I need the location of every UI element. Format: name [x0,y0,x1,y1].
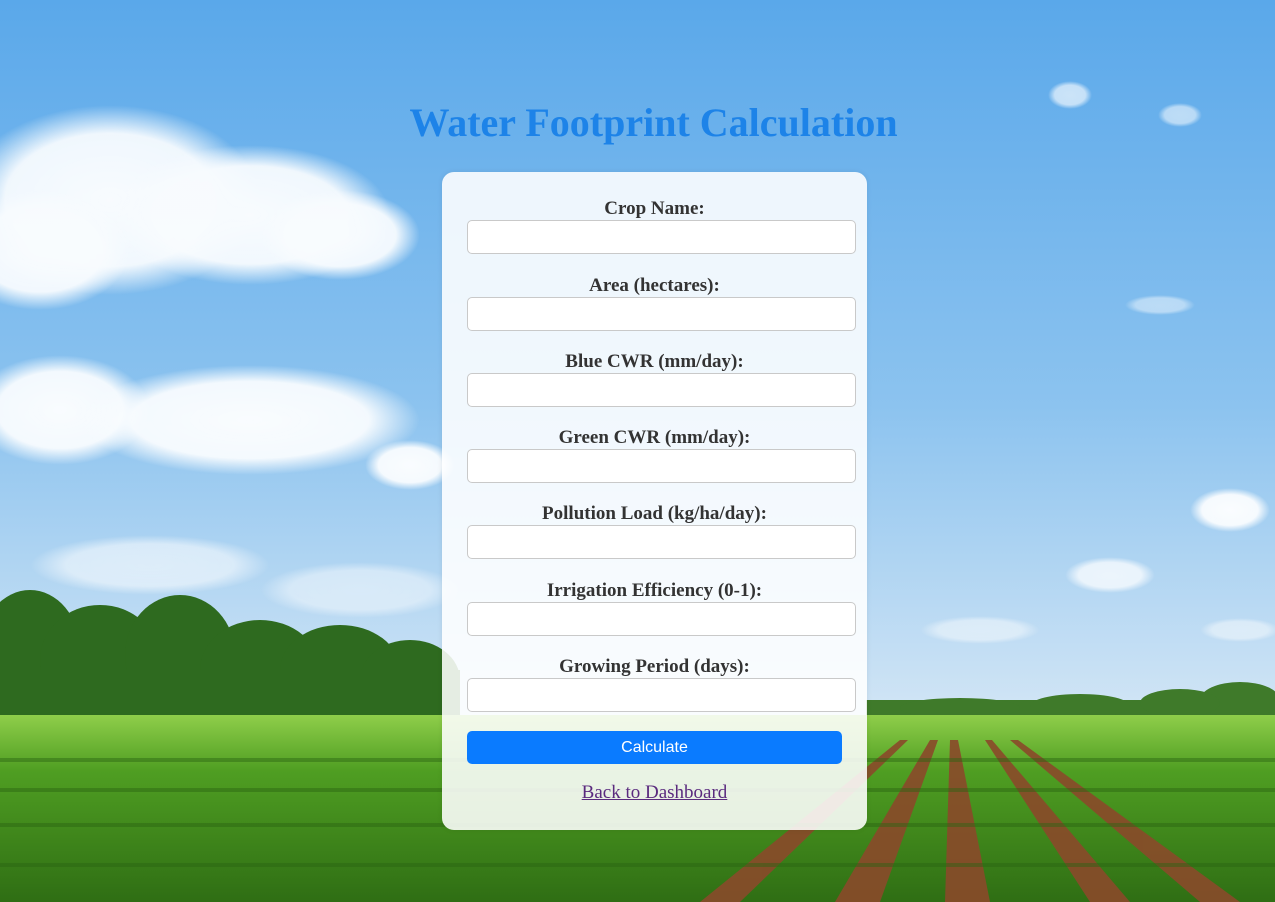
green-cwr-label: Green CWR (mm/day): [558,427,751,448]
pollution-load-input[interactable] [467,525,856,559]
pollution-load-label: Pollution Load (kg/ha/day): [542,503,767,524]
area-hectares-input[interactable] [467,297,856,331]
blue-cwr-input[interactable] [467,373,856,407]
blue-cwr-label: Blue CWR (mm/day): [565,351,744,372]
crop-name-input[interactable] [467,220,856,254]
growing-period-input[interactable] [467,678,856,712]
crop-name-label: Crop Name: [604,198,705,219]
back-to-dashboard-link[interactable]: Back to Dashboard [582,782,728,803]
area-hectares-label: Area (hectares): [589,275,720,296]
growing-period-label: Growing Period (days): [559,656,750,677]
irrigation-efficiency-input[interactable] [467,602,856,636]
irrigation-efficiency-label: Irrigation Efficiency (0-1): [546,580,763,601]
green-cwr-input[interactable] [467,449,856,483]
calculate-button[interactable]: Calculate [467,731,842,764]
water-footprint-form: Crop Name: Area (hectares): Blue CWR (mm… [442,172,867,830]
page-title: Water Footprint Calculation [409,100,898,145]
back-to-dashboard-container: Back to Dashboard [442,782,867,804]
